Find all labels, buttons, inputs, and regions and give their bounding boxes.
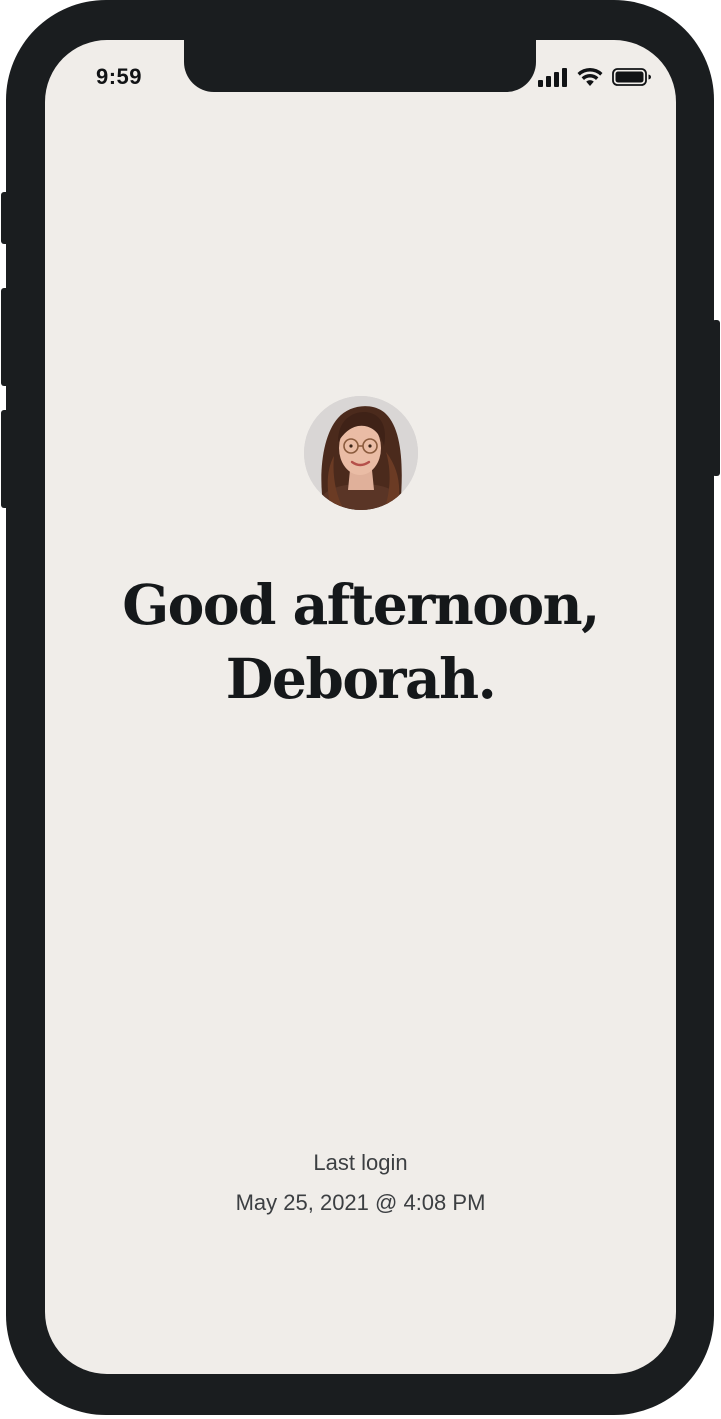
battery-icon [612, 68, 651, 86]
wifi-icon [577, 67, 603, 86]
avatar-photo [304, 396, 418, 510]
status-time: 9:59 [96, 64, 143, 89]
status-icons [538, 66, 652, 88]
greeting-heading: Good afternoon, Deborah. [45, 568, 676, 716]
greeting-line-2: Deborah. [225, 646, 497, 711]
last-login-label: Last login [313, 1150, 408, 1175]
cellular-signal-icon [538, 68, 567, 87]
avatar [304, 396, 418, 510]
last-login-date: May 25, 2021 @ 4:08 PM [235, 1190, 486, 1215]
notch [184, 40, 536, 92]
greeting-line-1: Good afternoon, [122, 572, 600, 637]
